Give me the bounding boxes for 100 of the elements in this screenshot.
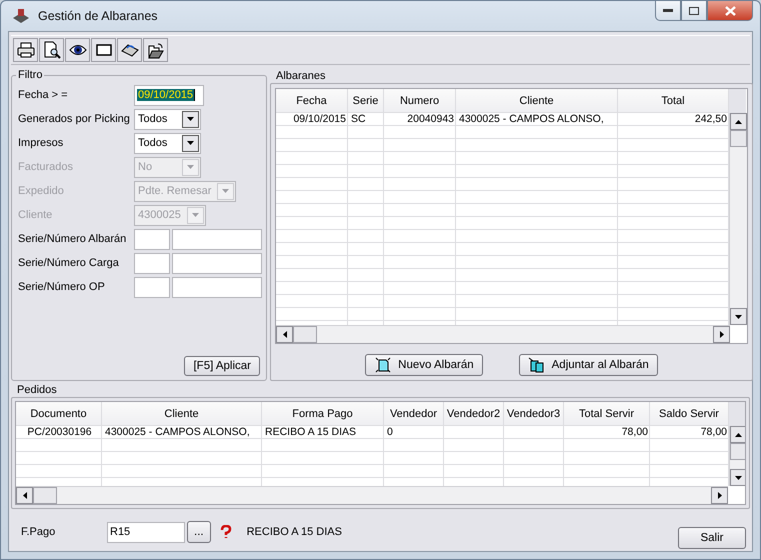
number-field[interactable] (172, 228, 262, 250)
close-icon (724, 6, 736, 16)
maximize-icon (689, 6, 699, 14)
scroll-thumb[interactable] (730, 443, 745, 460)
toolbar-button[interactable] (143, 38, 168, 62)
arrow-icon (735, 476, 742, 480)
scroll-right-button[interactable] (713, 326, 730, 343)
column-header[interactable]: Serie (348, 89, 384, 113)
column-header[interactable]: Documento (16, 402, 102, 426)
column-header[interactable]: Fecha (276, 89, 348, 113)
action-button[interactable]: Adjuntar al Albarán (518, 354, 658, 376)
preview-icon (42, 41, 60, 59)
table-cell-text: 20040943 (406, 113, 455, 126)
dropdown[interactable]: Todos (134, 108, 201, 130)
folder-icon (146, 42, 164, 58)
arrow-icon (187, 141, 194, 145)
table-cell-text: 4300025 - CAMPOS ALONSO, (104, 426, 251, 439)
field-label: Cliente (18, 209, 54, 221)
toolbar-button[interactable] (65, 38, 90, 62)
toolbar-button[interactable] (39, 38, 64, 62)
table-cell-text: 78,00 (620, 426, 649, 439)
column-header[interactable]: Cliente (102, 402, 262, 426)
field-label: F.Pago (21, 526, 56, 538)
arrow-icon (22, 492, 26, 499)
question-icon (218, 525, 233, 539)
column-header[interactable]: Vendedor2 (444, 402, 504, 426)
payment-description: RECIBO A 15 DIAS (246, 526, 342, 538)
close-button[interactable] (707, 1, 753, 21)
arrow-icon (735, 314, 742, 318)
table-cell-text: 09/10/2015 (292, 113, 347, 126)
minimize-button[interactable] (655, 1, 681, 21)
arrow-icon (222, 189, 230, 193)
maximize-button[interactable] (681, 1, 707, 21)
action-button[interactable]: Nuevo Albarán (365, 354, 483, 376)
field-label: Serie/Número OP (18, 281, 106, 293)
horizontal-scrollbar[interactable] (16, 486, 728, 504)
column-header[interactable]: Total Servir (564, 402, 650, 426)
arrow-icon (720, 331, 724, 338)
field-label: Expedido (18, 185, 65, 197)
toolbar-button[interactable] (91, 38, 116, 62)
minimize-icon (663, 9, 673, 12)
scroll-left-button[interactable] (276, 326, 293, 343)
arrow-icon (718, 492, 722, 499)
printer-icon (16, 42, 34, 58)
scroll-up-button[interactable] (730, 113, 747, 130)
exit-button[interactable]: Salir (678, 527, 746, 549)
vertical-scrollbar[interactable] (729, 113, 747, 325)
header-corner (729, 89, 746, 113)
scroll-down-button[interactable] (730, 308, 747, 325)
group-title: Filtro (17, 69, 44, 81)
table-cell-text: RECIBO A 15 DIAS (264, 426, 358, 439)
column-header[interactable]: Numero (384, 89, 456, 113)
series-field[interactable] (134, 228, 170, 250)
scroll-thumb[interactable] (33, 487, 57, 504)
vertical-scrollbar[interactable] (729, 426, 745, 486)
apply-button[interactable]: [F5] Aplicar (184, 356, 260, 376)
document-icon (374, 357, 392, 373)
arrow-icon (282, 331, 286, 338)
scroll-down-button[interactable] (730, 469, 745, 486)
number-field[interactable] (172, 252, 262, 274)
table-cell-text: 0 (386, 426, 394, 439)
table-cell-text: 242,50 (694, 113, 728, 126)
column-header[interactable]: Vendedor (384, 402, 444, 426)
horizontal-scrollbar[interactable] (276, 325, 730, 343)
window-icon (96, 44, 112, 56)
payment-field[interactable]: R15 (107, 522, 185, 542)
panel-title: Albaranes (275, 69, 327, 83)
column-header[interactable]: Vendedor3 (504, 402, 564, 426)
series-field[interactable] (134, 276, 170, 298)
scroll-right-button[interactable] (711, 487, 728, 504)
toolbar-button[interactable] (117, 38, 142, 62)
arrow-icon (187, 117, 194, 121)
scroll-up-button[interactable] (730, 426, 745, 443)
app-icon (12, 8, 30, 24)
field-label: Generados por Picking (18, 113, 131, 125)
date-field[interactable]: 09/10/2015 (134, 84, 204, 106)
number-field[interactable] (172, 276, 262, 298)
table-cell-text: 4300025 - CAMPOS ALONSO, (458, 113, 605, 126)
column-header[interactable]: Saldo Servir (650, 402, 729, 426)
browse-button[interactable]: ... (187, 521, 211, 543)
scroll-left-button[interactable] (16, 487, 33, 504)
table-cell-text: PC/20030196 (26, 426, 93, 439)
scroll-thumb[interactable] (293, 326, 317, 343)
arrow-icon (192, 213, 199, 217)
dropdown[interactable]: Todos (134, 132, 201, 154)
tray-icon (120, 42, 138, 58)
field-label: Serie/Número Carga (18, 257, 120, 269)
column-header[interactable]: Forma Pago (262, 402, 384, 426)
panel-title: Pedidos (16, 383, 58, 397)
arrow-icon (187, 165, 194, 169)
table-cell-text: 78,00 (700, 426, 728, 439)
field-label: Serie/Número Albarán (18, 233, 128, 245)
scroll-thumb[interactable] (730, 130, 747, 147)
arrow-icon (735, 432, 742, 436)
arrow-icon (735, 120, 742, 124)
column-header[interactable]: Total (618, 89, 729, 113)
column-header[interactable]: Cliente (456, 89, 618, 113)
field-label: Impresos (18, 137, 64, 149)
toolbar-button[interactable] (13, 38, 38, 62)
series-field[interactable] (134, 252, 170, 274)
